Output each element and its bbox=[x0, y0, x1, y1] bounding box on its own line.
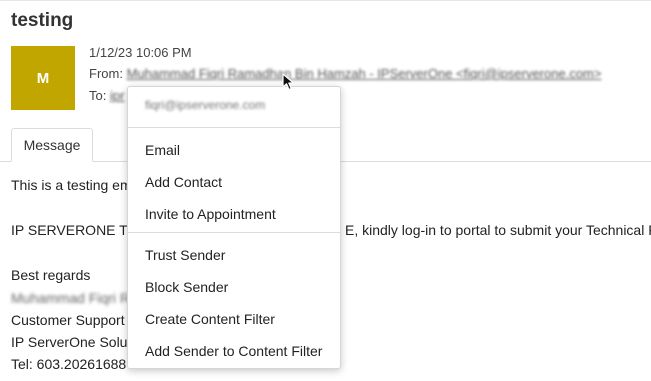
sender-context-menu: fiqri@ipserverone.com Email Add Contact … bbox=[127, 86, 341, 369]
top-divider bbox=[0, 0, 651, 1]
body-line: This is a testing em bbox=[11, 177, 132, 193]
signature-name: Muhammad Fiqri R bbox=[11, 290, 131, 306]
to-row: To: ipr bbox=[89, 88, 124, 103]
body-line: Tel: 603.20261688 bbox=[11, 356, 127, 372]
body-line: Customer Support bbox=[11, 312, 125, 328]
menu-item-invite-to-appointment[interactable]: Invite to Appointment bbox=[145, 206, 276, 222]
mouse-pointer-icon bbox=[282, 73, 295, 91]
to-label: To: bbox=[89, 88, 107, 103]
menu-separator bbox=[128, 127, 340, 128]
body-line: Best regards bbox=[11, 267, 91, 283]
sender-link[interactable]: Muhammad Fiqri Ramadhan Bin Hamzah - IPS… bbox=[127, 66, 602, 81]
from-row: From: Muhammad Fiqri Ramadhan Bin Hamzah… bbox=[89, 66, 601, 81]
menu-item-create-content-filter[interactable]: Create Content Filter bbox=[145, 311, 275, 327]
body-line: IP SERVERONE T bbox=[11, 222, 128, 238]
message-date: 1/12/23 10:06 PM bbox=[89, 45, 192, 60]
menu-item-add-sender-to-content-filter[interactable]: Add Sender to Content Filter bbox=[145, 343, 322, 359]
message-subject: testing bbox=[11, 10, 74, 31]
body-line: IP ServerOne Solu bbox=[11, 334, 128, 350]
from-label: From: bbox=[89, 66, 123, 81]
menu-separator bbox=[128, 232, 340, 233]
menu-item-add-contact[interactable]: Add Contact bbox=[145, 174, 222, 190]
recipient-link[interactable]: ipr bbox=[110, 88, 124, 103]
menu-sender-email: fiqri@ipserverone.com bbox=[145, 98, 266, 112]
menu-item-trust-sender[interactable]: Trust Sender bbox=[145, 247, 225, 263]
sender-avatar: M bbox=[11, 46, 75, 110]
body-line: E, kindly log-in to portal to submit you… bbox=[345, 222, 651, 238]
tab-message[interactable]: Message bbox=[11, 128, 93, 162]
menu-item-block-sender[interactable]: Block Sender bbox=[145, 279, 228, 295]
menu-item-email[interactable]: Email bbox=[145, 142, 180, 158]
